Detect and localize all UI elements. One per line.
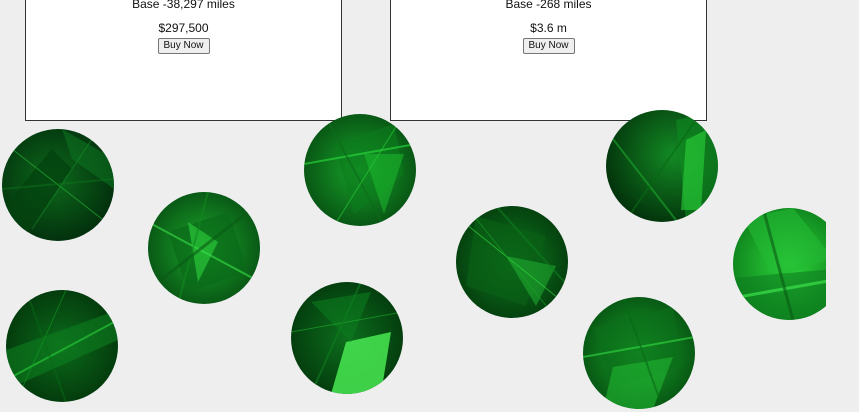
- green-crystal-orb-icon: [291, 282, 403, 394]
- page: Base -38,297 miles $297,500 Buy Now Base…: [0, 0, 859, 412]
- listing-price: $3.6 m: [530, 21, 567, 35]
- green-crystal-orb-icon: [304, 114, 416, 226]
- green-crystal-orb-icon: [456, 206, 568, 318]
- green-crystal-orb-icon: [148, 192, 260, 304]
- buy-now-button[interactable]: Buy Now: [522, 38, 575, 54]
- green-crystal-orb-icon: [2, 129, 114, 241]
- listing-card: Base -38,297 miles $297,500 Buy Now: [25, 0, 342, 121]
- green-crystal-orb-icon: [606, 110, 718, 222]
- listing-card: Base -268 miles $3.6 m Buy Now: [390, 0, 707, 121]
- listing-mileage: Base -268 miles: [505, 0, 592, 11]
- listing-price: $297,500: [158, 21, 209, 35]
- page-gutter: [826, 0, 859, 412]
- green-crystal-orb-icon: [583, 297, 695, 409]
- buy-now-button[interactable]: Buy Now: [157, 38, 210, 54]
- green-crystal-orb-icon: [6, 290, 118, 402]
- listing-mileage: Base -38,297 miles: [132, 0, 235, 11]
